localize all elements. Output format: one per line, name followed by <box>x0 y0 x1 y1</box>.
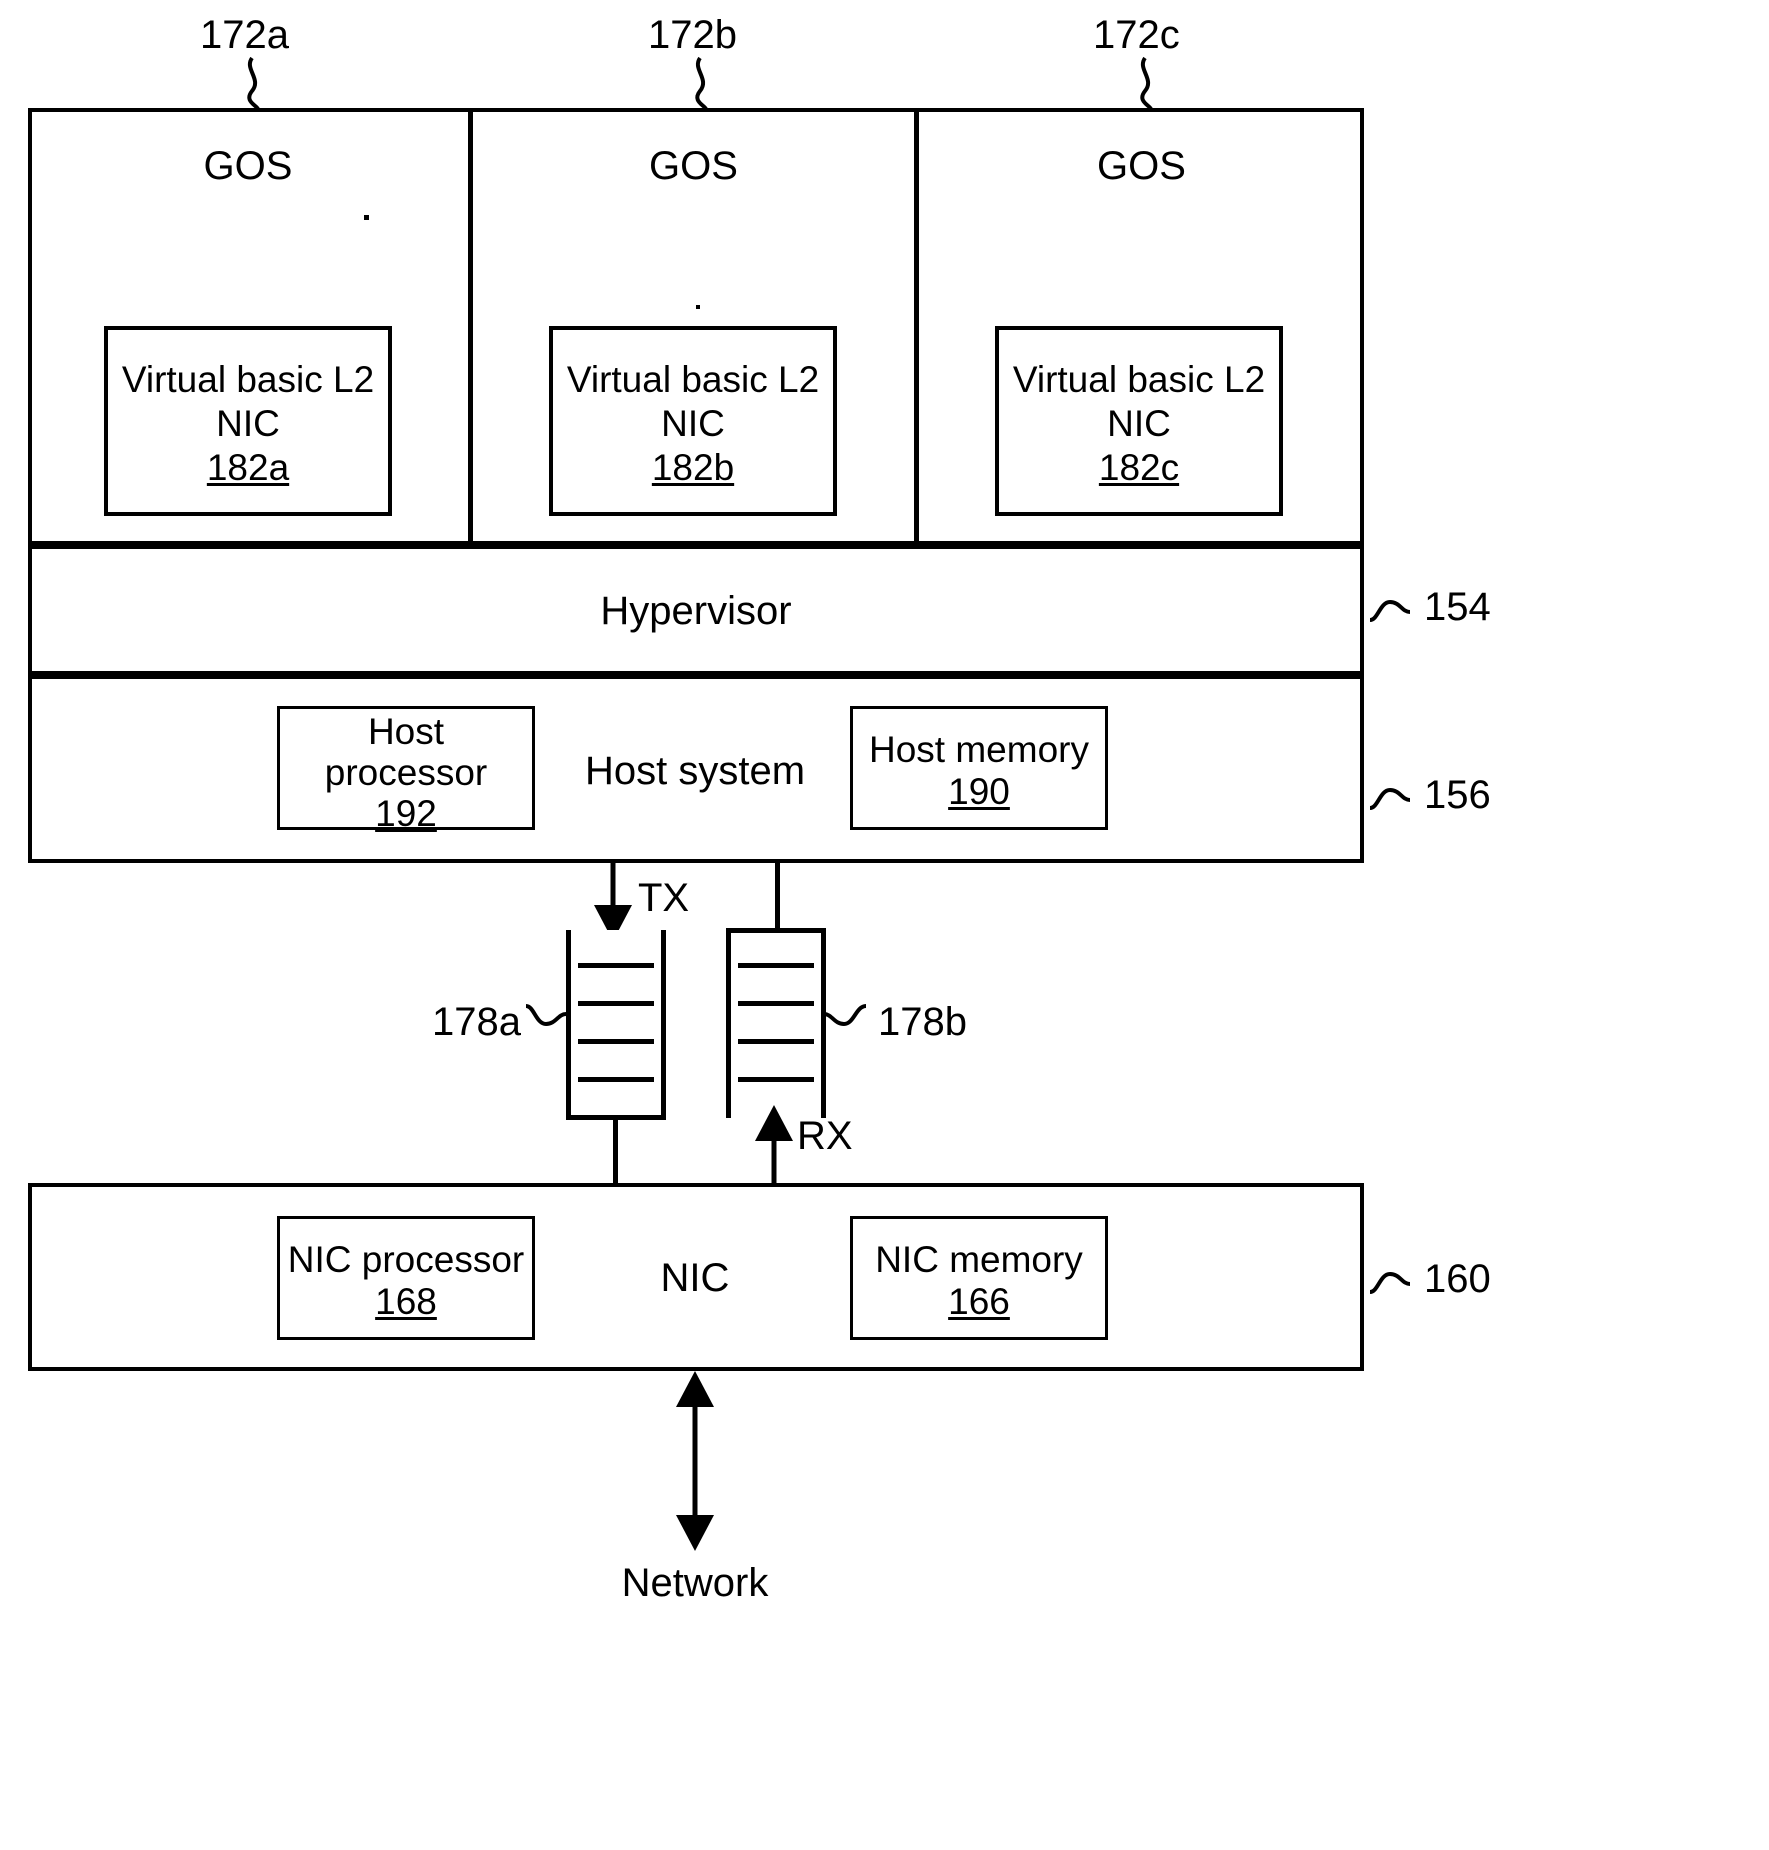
patent-figure: 172a 172b 172c GOS GOS GOS Virtual basic… <box>0 0 1769 1850</box>
virtual-nic-c-ref: 182c <box>1098 447 1180 488</box>
nic-memory-ref: 166 <box>948 1281 1010 1322</box>
hypervisor-label: Hypervisor <box>600 589 792 633</box>
gos-label-a: GOS <box>203 144 293 188</box>
nic-processor-line1: NIC processor <box>287 1239 525 1280</box>
virtual-nic-b-line2: NIC <box>661 403 725 444</box>
rx-queue-row-3 <box>738 1039 814 1044</box>
reference-numeral-160: 160 <box>1424 1257 1491 1301</box>
reference-numeral-178a: 178a <box>432 1000 521 1044</box>
tx-queue-row-1 <box>578 963 654 968</box>
nic-processor-ref: 168 <box>375 1281 437 1322</box>
reference-numeral-156: 156 <box>1424 773 1491 817</box>
virtual-nic-a-ref: 182a <box>206 447 290 488</box>
reference-numeral-172c: 172c <box>1093 13 1180 57</box>
virtual-nic-c-line1: Virtual basic L2 <box>1012 359 1266 400</box>
network-double-arrow <box>676 1371 714 1551</box>
nic-label: NIC <box>660 1256 730 1300</box>
virtual-nic-c-line2: NIC <box>1107 403 1171 444</box>
host-processor-line2: processor <box>324 752 488 793</box>
leader-line-178b <box>823 1004 867 1027</box>
reference-numeral-172b: 172b <box>648 13 737 57</box>
nic-memory-line1: NIC memory <box>875 1239 1083 1280</box>
rx-queue-row-4 <box>738 1077 814 1082</box>
scan-speck <box>364 215 369 220</box>
rx-queue-box <box>726 928 826 1118</box>
tx-label: TX <box>638 876 690 920</box>
host-memory-line1: Host memory <box>869 729 1089 770</box>
reference-numeral-154: 154 <box>1424 585 1491 629</box>
rx-queue-row-1 <box>738 963 814 968</box>
host-processor-ref: 192 <box>375 793 437 834</box>
tx-queue-row-2 <box>578 1001 654 1006</box>
tx-queue-to-nic-line <box>613 1120 618 1183</box>
tx-queue-row-3 <box>578 1039 654 1044</box>
rx-label: RX <box>797 1114 853 1158</box>
gos-label-b: GOS <box>649 144 738 188</box>
virtual-nic-a-line2: NIC <box>216 403 280 444</box>
leader-line-178a <box>525 1004 567 1027</box>
rx-queue-row-2 <box>738 1001 814 1006</box>
reference-numeral-178b: 178b <box>878 1000 967 1044</box>
tx-queue-row-4 <box>578 1077 654 1082</box>
virtual-nic-b-line1: Virtual basic L2 <box>566 359 820 400</box>
leader-lines-top <box>247 56 1153 111</box>
virtual-nic-a-line1: Virtual basic L2 <box>121 359 375 400</box>
reference-numeral-172a: 172a <box>200 13 289 57</box>
host-processor-line1: Host <box>367 711 445 752</box>
rx-top-connector <box>775 863 780 930</box>
host-memory-ref: 190 <box>948 771 1010 812</box>
gos-label-c: GOS <box>1097 144 1186 188</box>
scan-speck-2 <box>696 305 700 309</box>
network-label: Network <box>621 1561 769 1605</box>
host-system-label: Host system <box>584 749 806 793</box>
virtual-nic-b-ref: 182b <box>651 447 735 488</box>
